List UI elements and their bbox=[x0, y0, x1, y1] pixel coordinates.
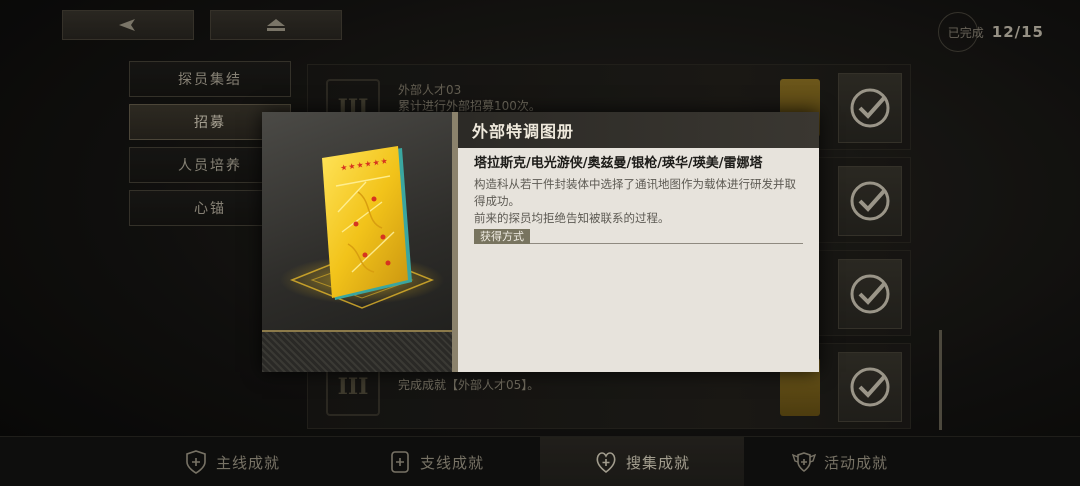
item-title: 外部特调图册 bbox=[458, 112, 819, 148]
item-description-line: 构造科从若干件封装体中选择了通讯地图作为载体进行研发并取得成功。 bbox=[474, 177, 796, 208]
item-detail-modal: ★★★★★★ 外部特调图册 塔拉斯克/电光游侠/奥兹曼/银枪/瑛华/瑛美/雷娜塔… bbox=[262, 112, 819, 372]
acquisition-section: 获得方式 bbox=[474, 229, 803, 244]
item-artwork-panel: ★★★★★★ bbox=[262, 112, 458, 372]
item-description: 构造科从若干件封装体中选择了通讯地图作为载体进行研发并取得成功。 前来的探员均拒… bbox=[474, 176, 803, 227]
acquisition-method-label: 获得方式 bbox=[474, 229, 530, 244]
item-info-panel: 外部特调图册 塔拉斯克/电光游侠/奥兹曼/银枪/瑛华/瑛美/雷娜塔 构造科从若干… bbox=[458, 112, 819, 372]
item-associated-agents: 塔拉斯克/电光游侠/奥兹曼/银枪/瑛华/瑛美/雷娜塔 bbox=[474, 156, 763, 171]
art-hatch-pattern bbox=[262, 332, 458, 372]
item-description-line: 前来的探员均拒绝告知被联系的过程。 bbox=[474, 211, 670, 225]
